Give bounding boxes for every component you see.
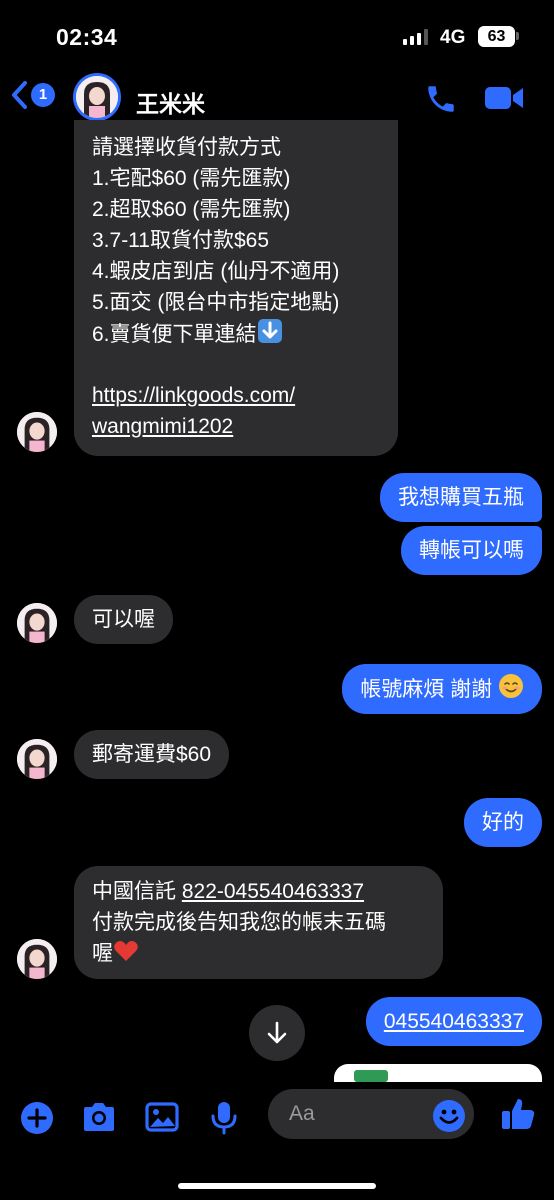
message-line: 中國信託 822-045540463337 [92,876,425,907]
message-line: 請選擇收貨付款方式 [92,136,281,159]
avatar-photo-icon [76,76,118,118]
cellular-signal-icon [403,29,428,45]
contact-name[interactable]: 王米米 [136,85,205,119]
scroll-to-bottom-button[interactable] [249,1005,305,1061]
add-button[interactable] [20,1101,54,1140]
message-line: 2.超取$60 (需先匯款) [92,198,291,221]
voice-call-button[interactable] [424,82,458,121]
plus-circle-icon [21,1102,53,1134]
outgoing-message[interactable]: 轉帳可以嗎 [401,526,542,575]
chevron-left-icon [12,81,27,109]
emoji-button[interactable] [432,1099,466,1138]
battery-tip [516,32,519,40]
gallery-button[interactable] [145,1101,179,1138]
image-icon [145,1102,179,1132]
incoming-message[interactable]: 請選擇收貨付款方式 1.宅配$60 (需先匯款) 2.超取$60 (需先匯款) … [74,120,398,456]
voice-message-button[interactable] [210,1101,238,1140]
message-line: 3.7-11取貨付款$65 [92,229,270,252]
thumbs-up-icon [502,1099,535,1129]
battery-icon: 63 [478,26,515,47]
red-heart-emoji-icon [114,941,138,961]
avatar-photo-icon [17,739,57,779]
video-camera-icon [485,87,523,109]
message-line: 4.蝦皮店到店 (仙丹不適用) [92,260,340,283]
contact-avatar-small[interactable] [17,939,57,979]
outgoing-message[interactable]: 045540463337 [365,997,542,1046]
status-time: 02:34 [56,24,118,50]
bank-name: 中國信託 [92,880,176,903]
message-line: 付款完成後告知我您的帳末五碼 [92,911,386,934]
down-arrow-emoji-icon [257,319,282,343]
account-number-link[interactable]: 822-045540463337 [182,880,364,903]
avatar-photo-icon [17,603,57,643]
outgoing-message[interactable]: 好的 [464,798,542,847]
phone-icon [428,86,454,112]
video-call-button[interactable] [484,84,524,117]
contact-avatar-small[interactable] [17,603,57,643]
message-line: 5.面交 (限台中市指定地點) [92,291,340,314]
network-type: 4G [440,27,466,48]
avatar-photo-icon [17,412,57,452]
message-line: 喔 [92,942,113,965]
microphone-icon [211,1102,237,1135]
message-line-with-emoji: 6.賣貨便下單連結 [92,318,380,349]
outgoing-message[interactable]: 我想購買五瓶 [380,473,542,522]
camera-button[interactable] [81,1101,117,1138]
smiling-face-emoji-icon [499,674,523,698]
status-bar: 02:34 4G 63 [0,0,554,70]
smiley-icon [433,1100,465,1132]
message-line: 1.宅配$60 (需先匯款) [92,167,291,190]
contact-avatar-small[interactable] [17,412,57,452]
outgoing-message[interactable]: 帳號麻煩 謝謝 [342,664,542,714]
message-composer: Aa [0,1082,554,1200]
contact-avatar[interactable] [73,73,121,121]
incoming-message[interactable]: 可以喔 [74,595,173,644]
message-input-placeholder: Aa [289,1102,315,1125]
unread-badge: 1 [31,83,55,107]
message-line-with-emoji: 喔 [92,938,425,969]
image-thumbnail-detail [354,1070,388,1082]
home-indicator [178,1183,376,1189]
incoming-message[interactable]: 中國信託 822-045540463337 付款完成後告知我您的帳末五碼 喔 [74,866,443,979]
arrow-down-icon [267,1021,287,1044]
message-link[interactable]: https://linkgoods.com/ [92,380,380,411]
like-button[interactable] [500,1096,536,1137]
avatar-photo-icon [17,939,57,979]
battery-level: 63 [487,28,506,45]
incoming-message[interactable]: 郵寄運費$60 [74,730,230,779]
message-text: 帳號麻煩 謝謝 [360,678,493,701]
message-link[interactable]: wangmimi1202 [92,411,380,442]
camera-icon [84,1103,114,1131]
back-button[interactable]: 1 [10,80,55,110]
contact-avatar-small[interactable] [17,739,57,779]
message-line: 6.賣貨便下單連結 [92,323,257,346]
